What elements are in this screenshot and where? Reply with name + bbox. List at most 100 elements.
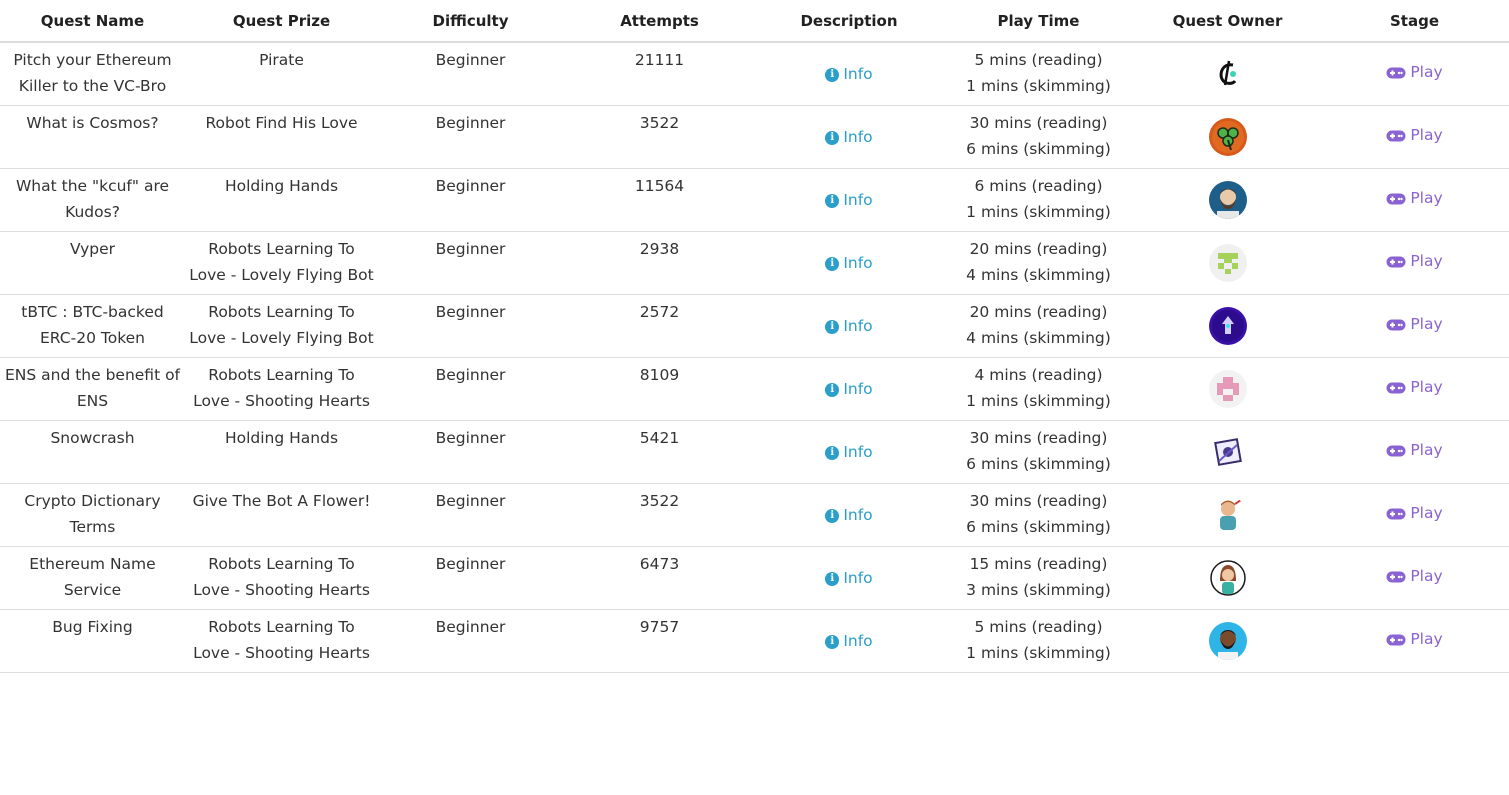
stage-cell: Play <box>1320 168 1509 232</box>
info-circle-icon: i <box>825 508 840 523</box>
play-time-reading: 4 mins (reading) <box>974 366 1103 384</box>
play-link[interactable]: Play <box>1386 627 1443 653</box>
quest-difficulty: Beginner <box>378 483 563 547</box>
header-quest-owner: Quest Owner <box>1135 0 1320 43</box>
header-description: Description <box>756 0 942 43</box>
info-link[interactable]: i Info <box>825 314 873 340</box>
info-circle-icon: i <box>825 319 840 334</box>
play-link[interactable]: Play <box>1386 123 1443 149</box>
quest-attempts: 8109 <box>563 357 756 421</box>
play-link[interactable]: Play <box>1386 249 1443 275</box>
description-cell: i Info <box>756 105 942 169</box>
info-label: Info <box>843 442 873 461</box>
play-time-reading: 5 mins (reading) <box>974 618 1103 636</box>
info-label: Info <box>843 379 873 398</box>
quest-attempts: 3522 <box>563 483 756 547</box>
stage-cell: Play <box>1320 105 1509 169</box>
description-cell: i Info <box>756 294 942 358</box>
quest-difficulty: Beginner <box>378 231 563 295</box>
quest-attempts: 5421 <box>563 420 756 484</box>
green-identicon-avatar[interactable] <box>1208 243 1247 282</box>
description-cell: i Info <box>756 420 942 484</box>
info-link[interactable]: i Info <box>825 251 873 277</box>
header-quest-prize: Quest Prize <box>185 0 378 43</box>
table-row: Ethereum Name Service Robots Learning To … <box>0 546 1509 610</box>
stage-cell: Play <box>1320 231 1509 295</box>
table-row: What is Cosmos? Robot Find His Love Beginn… <box>0 105 1509 169</box>
quest-owner-cell <box>1135 294 1320 358</box>
play-link[interactable]: Play <box>1386 375 1443 401</box>
play-link[interactable]: Play <box>1386 312 1443 338</box>
table-row: Bug Fixing Robots Learning To Love - Shoo… <box>0 609 1509 673</box>
play-link[interactable]: Play <box>1386 60 1443 86</box>
quest-owner-cell <box>1135 420 1320 484</box>
play-link[interactable]: Play <box>1386 501 1443 527</box>
quest-prize: Give The Bot A Flower! <box>185 483 378 547</box>
quest-name: What the "kcuf" are Kudos? <box>0 168 185 232</box>
quest-difficulty: Beginner <box>378 42 563 106</box>
quest-name: Vyper <box>0 231 185 295</box>
play-time-reading: 20 mins (reading) <box>969 303 1108 321</box>
info-link[interactable]: i Info <box>825 125 873 151</box>
cartoon-man-avatar[interactable] <box>1208 495 1247 534</box>
quest-prize: Robots Learning To Love - Shooting Heart… <box>185 546 378 610</box>
bearded-blue-avatar[interactable] <box>1208 621 1247 660</box>
info-label: Info <box>843 127 873 146</box>
description-cell: i Info <box>756 357 942 421</box>
gamepad-icon <box>1386 571 1406 583</box>
quest-name: tBTC : BTC-backed ERC-20 Token <box>0 294 185 358</box>
stage-cell: Play <box>1320 294 1509 358</box>
quest-prize: Robots Learning To Love - Lovely Flying … <box>185 231 378 295</box>
info-label: Info <box>843 253 873 272</box>
quest-difficulty: Beginner <box>378 546 563 610</box>
quest-name: Ethereum Name Service <box>0 546 185 610</box>
quest-attempts: 3522 <box>563 105 756 169</box>
info-link[interactable]: i Info <box>825 377 873 403</box>
bearded-man-avatar[interactable] <box>1208 180 1247 219</box>
description-cell: i Info <box>756 231 942 295</box>
info-label: Info <box>843 631 873 650</box>
quest-name: Bug Fixing <box>0 609 185 673</box>
play-label: Play <box>1410 314 1443 333</box>
cartoon-woman-avatar[interactable] <box>1208 558 1247 597</box>
play-label: Play <box>1410 440 1443 459</box>
description-cell: i Info <box>756 609 942 673</box>
play-time-reading: 15 mins (reading) <box>969 555 1108 573</box>
quest-name: Crypto Dictionary Terms <box>0 483 185 547</box>
play-time-reading: 20 mins (reading) <box>969 240 1108 258</box>
info-link[interactable]: i Info <box>825 629 873 655</box>
description-cell: i Info <box>756 168 942 232</box>
quest-prize: Robots Learning To Love - Shooting Heart… <box>185 609 378 673</box>
info-link[interactable]: i Info <box>825 503 873 529</box>
play-time-reading: 30 mins (reading) <box>969 429 1108 447</box>
gamepad-icon <box>1386 634 1406 646</box>
snowcrash-avatar[interactable] <box>1208 432 1247 471</box>
pink-identicon-avatar[interactable] <box>1208 369 1247 408</box>
play-label: Play <box>1410 629 1443 648</box>
info-link[interactable]: i Info <box>825 566 873 592</box>
info-link[interactable]: i Info <box>825 188 873 214</box>
play-link[interactable]: Play <box>1386 438 1443 464</box>
clover-avatar[interactable] <box>1208 117 1247 156</box>
quest-attempts: 21111 <box>563 42 756 106</box>
quest-difficulty: Beginner <box>378 294 563 358</box>
play-label: Play <box>1410 125 1443 144</box>
play-label: Play <box>1410 62 1443 81</box>
purple-robot-avatar[interactable] <box>1208 306 1247 345</box>
info-link[interactable]: i Info <box>825 62 873 88</box>
quest-prize: Robots Learning To Love - Shooting Heart… <box>185 357 378 421</box>
info-link[interactable]: i Info <box>825 440 873 466</box>
info-label: Info <box>843 316 873 335</box>
play-label: Play <box>1410 377 1443 396</box>
cosmos-logo-avatar[interactable] <box>1208 54 1247 93</box>
play-link[interactable]: Play <box>1386 564 1443 590</box>
quest-attempts: 9757 <box>563 609 756 673</box>
play-time-cell: 30 mins (reading) 6 mins (skimming) <box>942 420 1135 484</box>
play-time-skimming: 3 mins (skimming) <box>966 580 1111 599</box>
quest-name: Snowcrash <box>0 420 185 484</box>
play-time-cell: 6 mins (reading) 1 mins (skimming) <box>942 168 1135 232</box>
quest-owner-cell <box>1135 231 1320 295</box>
play-time-cell: 30 mins (reading) 6 mins (skimming) <box>942 105 1135 169</box>
play-link[interactable]: Play <box>1386 186 1443 212</box>
table-row: Vyper Robots Learning To Love - Lovely Fl… <box>0 231 1509 295</box>
